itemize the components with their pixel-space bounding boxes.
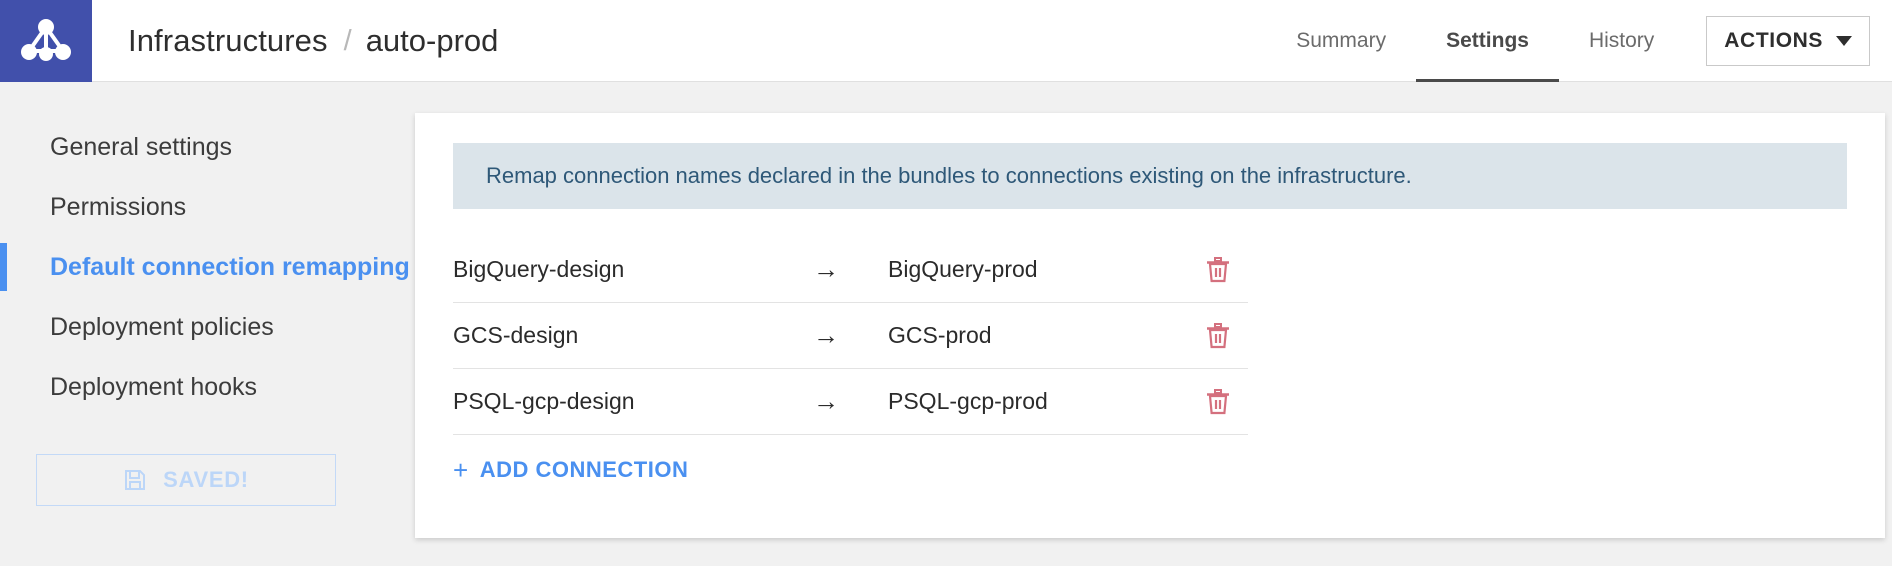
chevron-down-icon [1836, 35, 1852, 46]
breadcrumb-current: auto-prod [365, 23, 499, 58]
plus-icon: + [453, 455, 469, 485]
tab-summary[interactable]: Summary [1266, 0, 1416, 82]
app-logo[interactable] [0, 0, 92, 82]
app-root: Infrastructures / auto-prod Summary Sett… [0, 0, 1892, 566]
sidebar-item-deployment-hooks[interactable]: Deployment hooks [0, 357, 420, 417]
sidebar-item-deployment-policies[interactable]: Deployment policies [0, 297, 420, 357]
breadcrumb-root[interactable]: Infrastructures [128, 23, 328, 59]
table-row: GCS-design → GCS-prod [453, 303, 1248, 369]
connection-source: PSQL-gcp-design [453, 388, 635, 414]
connection-source: GCS-design [453, 322, 579, 348]
breadcrumb-separator: / [343, 24, 352, 57]
arrow-icon: → [813, 386, 839, 416]
table-row: PSQL-gcp-design → PSQL-gcp-prod [453, 369, 1248, 435]
floppy-disk-icon [125, 470, 146, 490]
save-button-label: SAVED! [163, 467, 249, 492]
delete-connection-button[interactable] [1188, 388, 1248, 416]
trash-icon [1207, 322, 1229, 348]
app-header: Infrastructures / auto-prod Summary Sett… [0, 0, 1892, 82]
table-row: BigQuery-design → BigQuery-prod [453, 237, 1248, 303]
trash-icon [1207, 256, 1229, 282]
arrow-icon: → [813, 254, 839, 284]
connection-target: BigQuery-prod [888, 256, 1038, 282]
sidebar-item-default-connection-remapping[interactable]: Default connection remapping [0, 237, 420, 297]
save-button: SAVED! [36, 454, 336, 506]
info-banner-text: Remap connection names declared in the b… [486, 163, 1412, 188]
connection-target: PSQL-gcp-prod [888, 388, 1048, 414]
tab-settings[interactable]: Settings [1416, 0, 1559, 82]
tab-history[interactable]: History [1559, 0, 1684, 82]
delete-connection-button[interactable] [1188, 256, 1248, 284]
info-banner: Remap connection names declared in the b… [453, 143, 1847, 209]
settings-sidebar: General settings Permissions Default con… [0, 82, 420, 506]
header-tabs: Summary Settings History [1266, 0, 1684, 82]
arrow-icon: → [813, 320, 839, 350]
connection-source: BigQuery-design [453, 256, 625, 282]
sidebar-item-general-settings[interactable]: General settings [0, 117, 420, 177]
trash-icon [1207, 388, 1229, 414]
network-nodes-logo-icon [21, 19, 71, 61]
connection-target: GCS-prod [888, 322, 992, 348]
delete-connection-button[interactable] [1188, 322, 1248, 350]
actions-button-label: ACTIONS [1724, 28, 1823, 52]
sidebar-item-permissions[interactable]: Permissions [0, 177, 420, 237]
breadcrumb: Infrastructures / auto-prod [92, 0, 1266, 82]
add-connection-button[interactable]: + ADD CONNECTION [453, 457, 688, 483]
settings-card: Remap connection names declared in the b… [415, 113, 1885, 538]
connection-remapping-table: BigQuery-design → BigQuery-prod GCS-desi… [453, 237, 1248, 435]
actions-button[interactable]: ACTIONS [1706, 15, 1870, 66]
add-connection-label: ADD CONNECTION [479, 457, 689, 482]
